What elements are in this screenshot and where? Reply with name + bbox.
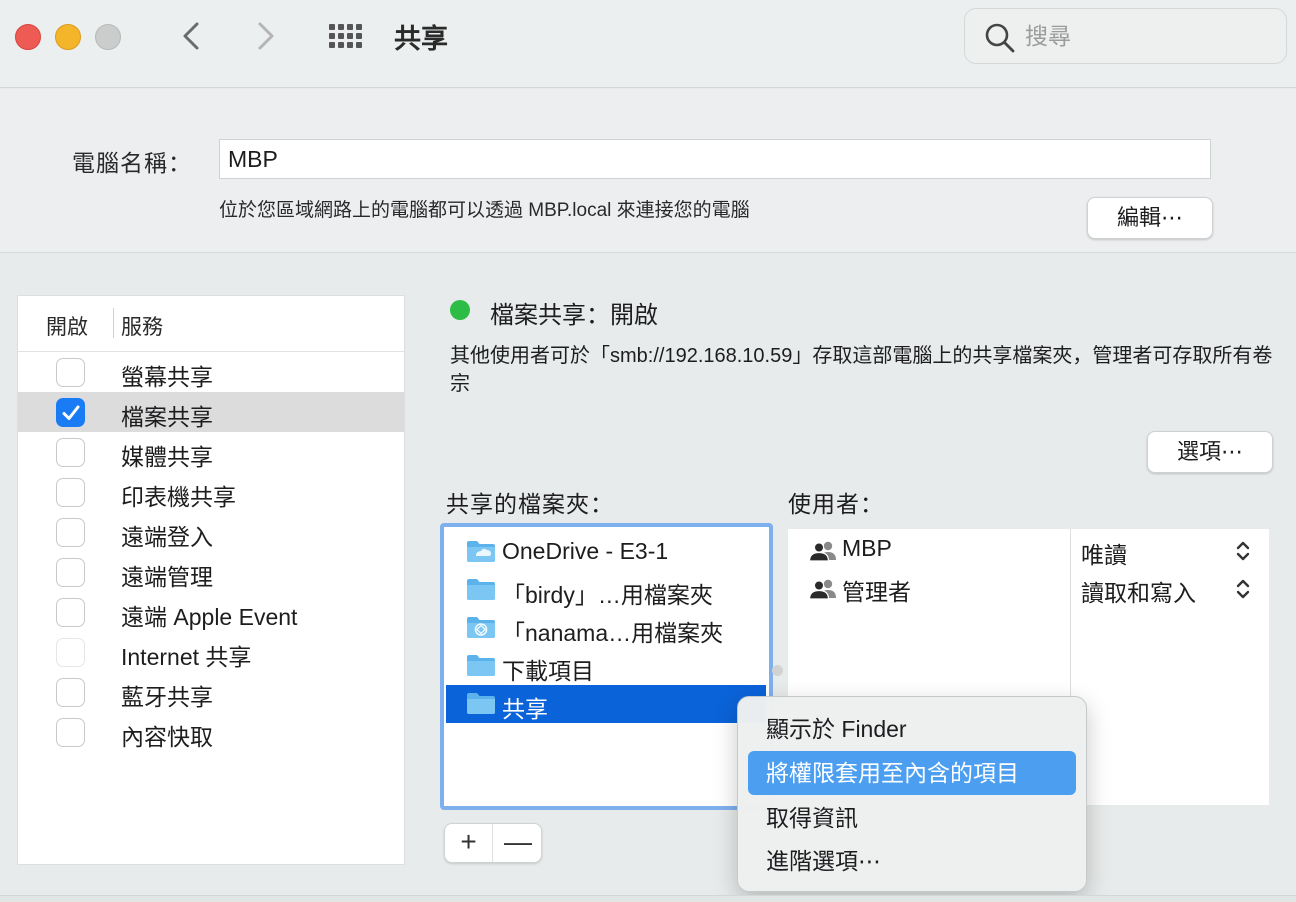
computer-name-label: 電腦名稱： xyxy=(72,150,192,176)
service-checkbox[interactable] xyxy=(56,718,85,747)
service-checkbox[interactable] xyxy=(56,518,85,547)
folder-row[interactable]: 共享 xyxy=(446,685,766,723)
folder-name: OneDrive - E3-1 xyxy=(502,538,669,564)
service-name: 遠端管理 xyxy=(121,564,213,590)
service-checkbox[interactable] xyxy=(56,478,85,507)
updown-chevron-icon[interactable] xyxy=(1234,577,1252,601)
context-menu-item[interactable]: 顯示於 Finder xyxy=(748,707,1076,751)
service-status: 檔案共享：開啟 xyxy=(490,302,658,329)
service-name: 遠端 Apple Event xyxy=(121,604,298,630)
service-checkbox[interactable] xyxy=(56,598,85,627)
shared-folders-label: 共享的檔案夾： xyxy=(446,491,614,517)
service-checkbox[interactable] xyxy=(56,398,85,427)
context-menu: 顯示於 Finder 將權限套用至內含的項目 取得資訊 進階選項⋯ xyxy=(737,696,1087,892)
minimize-window-button[interactable] xyxy=(55,24,81,50)
folder-icon xyxy=(467,693,495,714)
service-name: 印表機共享 xyxy=(121,484,236,510)
column-divider xyxy=(113,308,114,338)
service-checkbox[interactable] xyxy=(56,358,85,387)
column-header-on[interactable]: 開啟 xyxy=(46,311,88,341)
user-group-icon xyxy=(808,579,836,600)
services-list: 開啟 服務 螢幕共享檔案共享媒體共享印表機共享遠端登入遠端管理遠端 Apple … xyxy=(17,295,405,865)
options-button[interactable]: 選項⋯ xyxy=(1147,431,1273,473)
back-button[interactable] xyxy=(172,16,212,56)
service-row[interactable]: Internet 共享 xyxy=(18,632,404,672)
service-row[interactable]: 印表機共享 xyxy=(18,472,404,512)
computer-name-section: 電腦名稱： MBP 位於您區域網路上的電腦都可以透過 MBP.local 來連接… xyxy=(0,89,1296,253)
folder-name: 「nanama…用檔案夾 xyxy=(502,620,724,646)
service-row[interactable]: 媒體共享 xyxy=(18,432,404,472)
user-group-icon xyxy=(808,541,836,562)
service-checkbox[interactable] xyxy=(56,638,85,667)
split-handle[interactable] xyxy=(772,665,783,676)
service-row[interactable]: 遠端管理 xyxy=(18,552,404,592)
service-row[interactable]: 遠端登入 xyxy=(18,512,404,552)
folder-row[interactable]: 「birdy」…用檔案夾 xyxy=(446,571,766,609)
grid-icon xyxy=(329,24,362,48)
search-icon xyxy=(985,23,1015,53)
folder-row[interactable]: 下載項目 xyxy=(446,647,766,685)
close-window-button[interactable] xyxy=(15,24,41,50)
chevron-right-icon xyxy=(258,22,274,50)
service-row[interactable]: 螢幕共享 xyxy=(18,352,404,392)
forward-button[interactable] xyxy=(245,16,285,56)
service-checkbox[interactable] xyxy=(56,558,85,587)
updown-chevron-icon[interactable] xyxy=(1234,539,1252,563)
users-label: 使用者： xyxy=(788,491,884,517)
user-name: MBP xyxy=(842,535,892,561)
zoom-window-button[interactable] xyxy=(95,24,121,50)
window-bottom-edge xyxy=(0,895,1296,902)
folder-icon xyxy=(467,655,495,676)
shared-folders-list[interactable]: OneDrive - E3-1 「birdy」…用檔案夾 「nanama…用檔案夾下… xyxy=(440,523,773,810)
column-header-service[interactable]: 服務 xyxy=(121,311,163,341)
context-menu-item[interactable]: 取得資訊 xyxy=(748,796,1076,840)
search-input[interactable] xyxy=(1025,9,1275,63)
search-field[interactable] xyxy=(964,8,1287,64)
remove-folder-button[interactable]: — xyxy=(494,824,542,862)
user-row[interactable]: MBP 唯讀 xyxy=(788,531,1269,569)
folder-row[interactable]: 「nanama…用檔案夾 xyxy=(446,609,766,647)
computer-name-field[interactable]: MBP xyxy=(219,139,1211,179)
show-all-button[interactable] xyxy=(326,22,366,52)
service-name: 螢幕共享 xyxy=(121,364,213,390)
user-name: 管理者 xyxy=(842,579,911,605)
public-folder-icon xyxy=(467,617,495,638)
status-indicator xyxy=(450,300,470,320)
folder-name: 共享 xyxy=(502,696,548,722)
services-list-header: 開啟 服務 xyxy=(18,296,404,352)
edit-button[interactable]: 編輯⋯ xyxy=(1087,197,1213,239)
cloud-folder-icon xyxy=(467,541,495,562)
service-name: 媒體共享 xyxy=(121,444,213,470)
chevron-left-icon xyxy=(183,22,199,50)
service-description: 其他使用者可於「smb://192.168.10.59」存取這部電腦上的共享檔案… xyxy=(450,345,1273,395)
permission-popup[interactable]: 唯讀 xyxy=(1081,536,1127,570)
service-checkbox[interactable] xyxy=(56,438,85,467)
service-name: 藍牙共享 xyxy=(121,684,213,710)
folder-row[interactable]: OneDrive - E3-1 xyxy=(446,533,766,571)
service-checkbox[interactable] xyxy=(56,678,85,707)
folder-name: 下載項目 xyxy=(502,658,594,684)
add-remove-buttons: + — xyxy=(444,823,542,863)
computer-name-description: 位於您區域網路上的電腦都可以透過 MBP.local 來連接您的電腦 xyxy=(219,200,750,221)
window-title: 共享 xyxy=(394,24,448,54)
folder-icon xyxy=(467,579,495,600)
permission-popup[interactable]: 讀取和寫入 xyxy=(1081,574,1196,608)
service-name: Internet 共享 xyxy=(121,644,252,670)
folder-name: 「birdy」…用檔案夾 xyxy=(502,582,713,608)
service-name: 遠端登入 xyxy=(121,524,213,550)
context-menu-item[interactable]: 將權限套用至內含的項目 xyxy=(748,751,1076,795)
add-folder-button[interactable]: + xyxy=(445,824,493,862)
service-row[interactable]: 遠端 Apple Event xyxy=(18,592,404,632)
service-row[interactable]: 內容快取 xyxy=(18,712,404,752)
user-row[interactable]: 管理者 讀取和寫入 xyxy=(788,569,1269,607)
context-menu-item[interactable]: 進階選項⋯ xyxy=(748,839,1076,883)
service-row[interactable]: 藍牙共享 xyxy=(18,672,404,712)
service-name: 內容快取 xyxy=(121,724,213,750)
title-bar: 共享 xyxy=(0,0,1296,88)
service-name: 檔案共享 xyxy=(121,404,213,430)
service-row[interactable]: 檔案共享 xyxy=(18,392,404,432)
checkmark-icon xyxy=(62,405,80,420)
